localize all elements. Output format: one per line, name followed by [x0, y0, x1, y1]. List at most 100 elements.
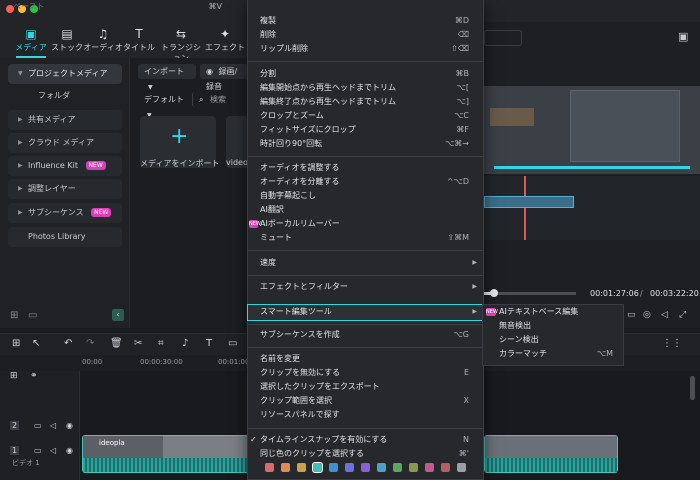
menu-item-create-subsequence[interactable]: サブシーケンスを作成 ⌥G [247, 328, 483, 342]
menu-item-mute[interactable]: ミュート ⇧⌘M [247, 231, 483, 245]
volume-icon[interactable]: ◁ [50, 446, 56, 455]
volume-icon[interactable]: ◁ [661, 310, 668, 320]
camera-icon[interactable]: ◎ [643, 310, 651, 320]
color-swatch[interactable] [345, 463, 354, 472]
menu-item-adjust-audio[interactable]: オーディオを調整する [247, 161, 483, 175]
volume-icon[interactable]: ◁ [50, 421, 56, 430]
sidebar-item-cloud-media[interactable]: ▶ クラウド メディア [8, 133, 122, 153]
color-swatch[interactable] [377, 463, 386, 472]
snapshot-icon[interactable]: ▣ [678, 30, 688, 43]
video-clip[interactable] [484, 435, 618, 473]
record-dropdown[interactable]: ◉ 録画/録音 [200, 64, 248, 91]
menu-item-select-clip-range[interactable]: クリップ範囲を選択 X [247, 394, 483, 408]
menu-item-ai-vocal-remover[interactable]: NEW AIボーカルリムーバー [247, 217, 483, 231]
video-clip[interactable]: ideopla [82, 435, 249, 473]
drag-handle-icon[interactable]: ⋮⋮ [662, 338, 682, 349]
menu-item-paste[interactable]: ペースト ⌘V [0, 0, 236, 14]
menu-item-select-same-color[interactable]: 同じ色のクリップを選択する ⌘' [247, 447, 483, 461]
sidebar-item-folder[interactable]: フォルダ [8, 86, 122, 106]
menu-item-split[interactable]: 分割 ⌘B [247, 67, 483, 81]
menu-item-trim-end[interactable]: 編集終了点から再生ヘッドまでトリム ⌥] [247, 95, 483, 109]
menu-item-label: ペースト [13, 2, 45, 11]
undo-icon[interactable]: ↶ [64, 338, 72, 349]
text-icon[interactable]: T [206, 338, 212, 349]
menu-item-detach-audio[interactable]: オーディオを分離する ^⌥D [247, 175, 483, 189]
submenu-item-color-match[interactable]: カラーマッチ ⌥M [483, 347, 623, 361]
menu-item-trim-start[interactable]: 編集開始点から再生ヘッドまでトリム ⌥[ [247, 81, 483, 95]
menu-item-rename[interactable]: 名前を変更 [247, 352, 483, 366]
audio-edit-icon[interactable]: ♪ [182, 338, 188, 349]
add-track-icon[interactable]: ⊞ [10, 371, 18, 381]
sidebar-item-project-media[interactable]: ▼ プロジェクトメディア [8, 64, 122, 84]
sort-dropdown[interactable]: デフォルト ▼ [138, 92, 190, 119]
color-swatch[interactable] [312, 462, 323, 473]
more-tools-icon[interactable]: ▭ [228, 338, 237, 349]
menu-item-auto-caption[interactable]: 自動字幕起こし [247, 189, 483, 203]
submenu-item-silence-detection[interactable]: 無音検出 [483, 319, 623, 333]
tab-effect[interactable]: ✦ エフェクト [204, 26, 246, 53]
color-swatch[interactable] [329, 463, 338, 472]
import-dropdown[interactable]: インポート ▼ [138, 64, 196, 91]
timeline-scrollbar[interactable] [690, 376, 695, 400]
color-swatch[interactable] [457, 463, 466, 472]
trash-icon[interactable]: 🗑 [110, 338, 123, 349]
menu-item-effects-filters[interactable]: エフェクトとフィルター ▶ [247, 280, 483, 294]
folder-icon[interactable]: ▭ [28, 310, 37, 321]
menu-separator [247, 324, 483, 325]
submenu-item-ai-text-based-editing[interactable]: NEW AIテキストベース編集 [483, 305, 623, 319]
submenu-item-scene-detection[interactable]: シーン検出 [483, 333, 623, 347]
tab-title[interactable]: T タイトル [118, 26, 160, 53]
sidebar-item-photos-library[interactable]: Photos Library [8, 227, 122, 247]
scissors-icon[interactable]: ✂ [134, 338, 142, 349]
menu-item-speed[interactable]: 速度 ▶ [247, 256, 483, 270]
link-icon[interactable]: ⚭ [30, 371, 38, 381]
redo-icon[interactable]: ↷ [86, 338, 94, 349]
menu-item-export-selected[interactable]: 選択したクリップをエクスポート [247, 380, 483, 394]
sidebar-item-subsequence[interactable]: ▶ サブシーケンス NEW [8, 203, 122, 223]
menu-item-find-in-resources[interactable]: リソースパネルで探す [247, 408, 483, 422]
color-swatch[interactable] [441, 463, 450, 472]
preview-playhead[interactable] [524, 176, 526, 240]
folder-icon[interactable]: ▭ [34, 421, 42, 430]
color-swatch[interactable] [361, 463, 370, 472]
grid-icon[interactable]: ⊞ [12, 338, 20, 349]
color-swatch[interactable] [409, 463, 418, 472]
color-swatch[interactable] [281, 463, 290, 472]
fullscreen-preview-icon[interactable]: ▭ [627, 310, 636, 320]
sidebar-item-influence-kit[interactable]: ▶ Influence Kit NEW [8, 156, 122, 176]
sidebar-item-adjustment-layer[interactable]: ▶ 調整レイヤー [8, 179, 122, 199]
sidebar-item-label: 共有メディア [28, 115, 76, 124]
media-search-input[interactable]: ⌕ 検索 [192, 92, 248, 107]
color-swatch[interactable] [297, 463, 306, 472]
playback-progress-track[interactable] [484, 289, 576, 297]
menu-item-label: リソースパネルで探す [260, 410, 340, 419]
menu-item-crop-to-fit[interactable]: フィットサイズにクロップ ⌘F [247, 123, 483, 137]
menu-item-shortcut: X [463, 396, 469, 405]
eye-icon[interactable]: ◉ [66, 446, 73, 455]
collapse-panel-icon[interactable]: ‹ [112, 309, 124, 321]
preview-frame-thumb [490, 108, 534, 126]
new-folder-icon[interactable]: ⊞ [10, 310, 18, 321]
menu-item-smart-edit-tools[interactable]: スマート編集ツール ▶ [247, 305, 483, 319]
eye-icon[interactable]: ◉ [66, 421, 73, 430]
menu-item-ai-translate[interactable]: AI翻訳 [247, 203, 483, 217]
menu-item-disable-clip[interactable]: クリップを無効にする E [247, 366, 483, 380]
playback-scrubber-handle[interactable] [490, 289, 498, 297]
preview-quality-dropdown[interactable] [484, 30, 522, 46]
sidebar-item-shared-media[interactable]: ▶ 共有メディア [8, 110, 122, 130]
menu-item-delete[interactable]: 削除 ⌫ [247, 28, 483, 42]
crop-icon[interactable]: ⌗ [158, 338, 164, 349]
import-label: インポート [144, 67, 184, 76]
menu-item-rotate-90[interactable]: 時計回り90°回転 ⌥⌘→ [247, 137, 483, 151]
folder-icon[interactable]: ▭ [34, 446, 42, 455]
expand-icon[interactable]: ⤢ [679, 310, 686, 320]
select-tool-icon[interactable]: ↖ [32, 338, 40, 349]
color-swatch[interactable] [393, 463, 402, 472]
audio-waveform [485, 458, 617, 472]
color-swatch[interactable] [265, 463, 274, 472]
menu-item-ripple-delete[interactable]: リップル削除 ⇧⌫ [247, 42, 483, 56]
menu-item-crop-zoom[interactable]: クロップとズーム ⌥C [247, 109, 483, 123]
color-swatch[interactable] [425, 463, 434, 472]
menu-item-enable-snapping[interactable]: ✓ タイムラインスナップを有効にする N [247, 433, 483, 447]
menu-item-duplicate[interactable]: 複製 ⌘D [247, 14, 483, 28]
